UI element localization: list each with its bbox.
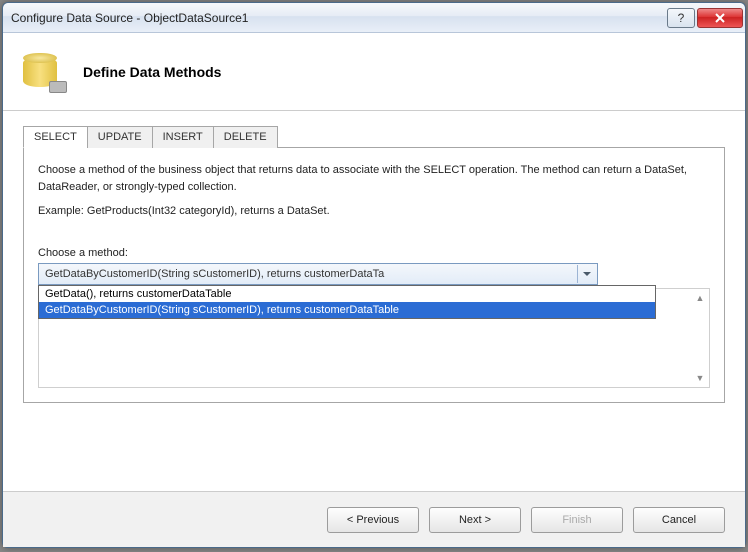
- previous-button[interactable]: < Previous: [327, 507, 419, 533]
- dropdown-item[interactable]: GetDataByCustomerID(String sCustomerID),…: [39, 302, 655, 318]
- tab-select[interactable]: SELECT: [23, 126, 88, 148]
- wizard-content: SELECT UPDATE INSERT DELETE Choose a met…: [3, 111, 745, 491]
- cancel-button[interactable]: Cancel: [633, 507, 725, 533]
- scroll-up-icon[interactable]: ▲: [694, 292, 706, 304]
- dropdown-item[interactable]: GetData(), returns customerDataTable: [39, 286, 655, 302]
- choose-method-label: Choose a method:: [38, 247, 710, 259]
- tabstrip: SELECT UPDATE INSERT DELETE: [23, 125, 725, 148]
- close-button[interactable]: [697, 8, 743, 28]
- wizard-window: Configure Data Source - ObjectDataSource…: [2, 2, 746, 548]
- tab-update[interactable]: UPDATE: [87, 126, 153, 148]
- tab-delete[interactable]: DELETE: [213, 126, 278, 148]
- wizard-header: Define Data Methods: [3, 33, 745, 111]
- tab-panel-select: Choose a method of the business object t…: [23, 148, 725, 403]
- chevron-down-icon[interactable]: [577, 265, 595, 283]
- instruction-text: Choose a method of the business object t…: [38, 162, 710, 195]
- window-buttons: ?: [667, 8, 743, 28]
- page-title: Define Data Methods: [83, 64, 221, 80]
- wizard-footer: < Previous Next > Finish Cancel: [3, 491, 745, 547]
- finish-button: Finish: [531, 507, 623, 533]
- tab-insert[interactable]: INSERT: [152, 126, 214, 148]
- method-dropdown: GetData(), returns customerDataTable Get…: [38, 285, 656, 319]
- scroll-down-icon[interactable]: ▼: [694, 372, 706, 384]
- window-title: Configure Data Source - ObjectDataSource…: [11, 11, 667, 25]
- datasource-icon: [23, 51, 65, 93]
- combo-selected-value: GetDataByCustomerID(String sCustomerID),…: [45, 268, 384, 280]
- example-text: Example: GetProducts(Int32 categoryId), …: [38, 205, 710, 217]
- close-icon: [714, 13, 726, 23]
- titlebar[interactable]: Configure Data Source - ObjectDataSource…: [3, 3, 745, 33]
- method-combobox[interactable]: GetDataByCustomerID(String sCustomerID),…: [38, 263, 598, 285]
- next-button[interactable]: Next >: [429, 507, 521, 533]
- help-button[interactable]: ?: [667, 8, 695, 28]
